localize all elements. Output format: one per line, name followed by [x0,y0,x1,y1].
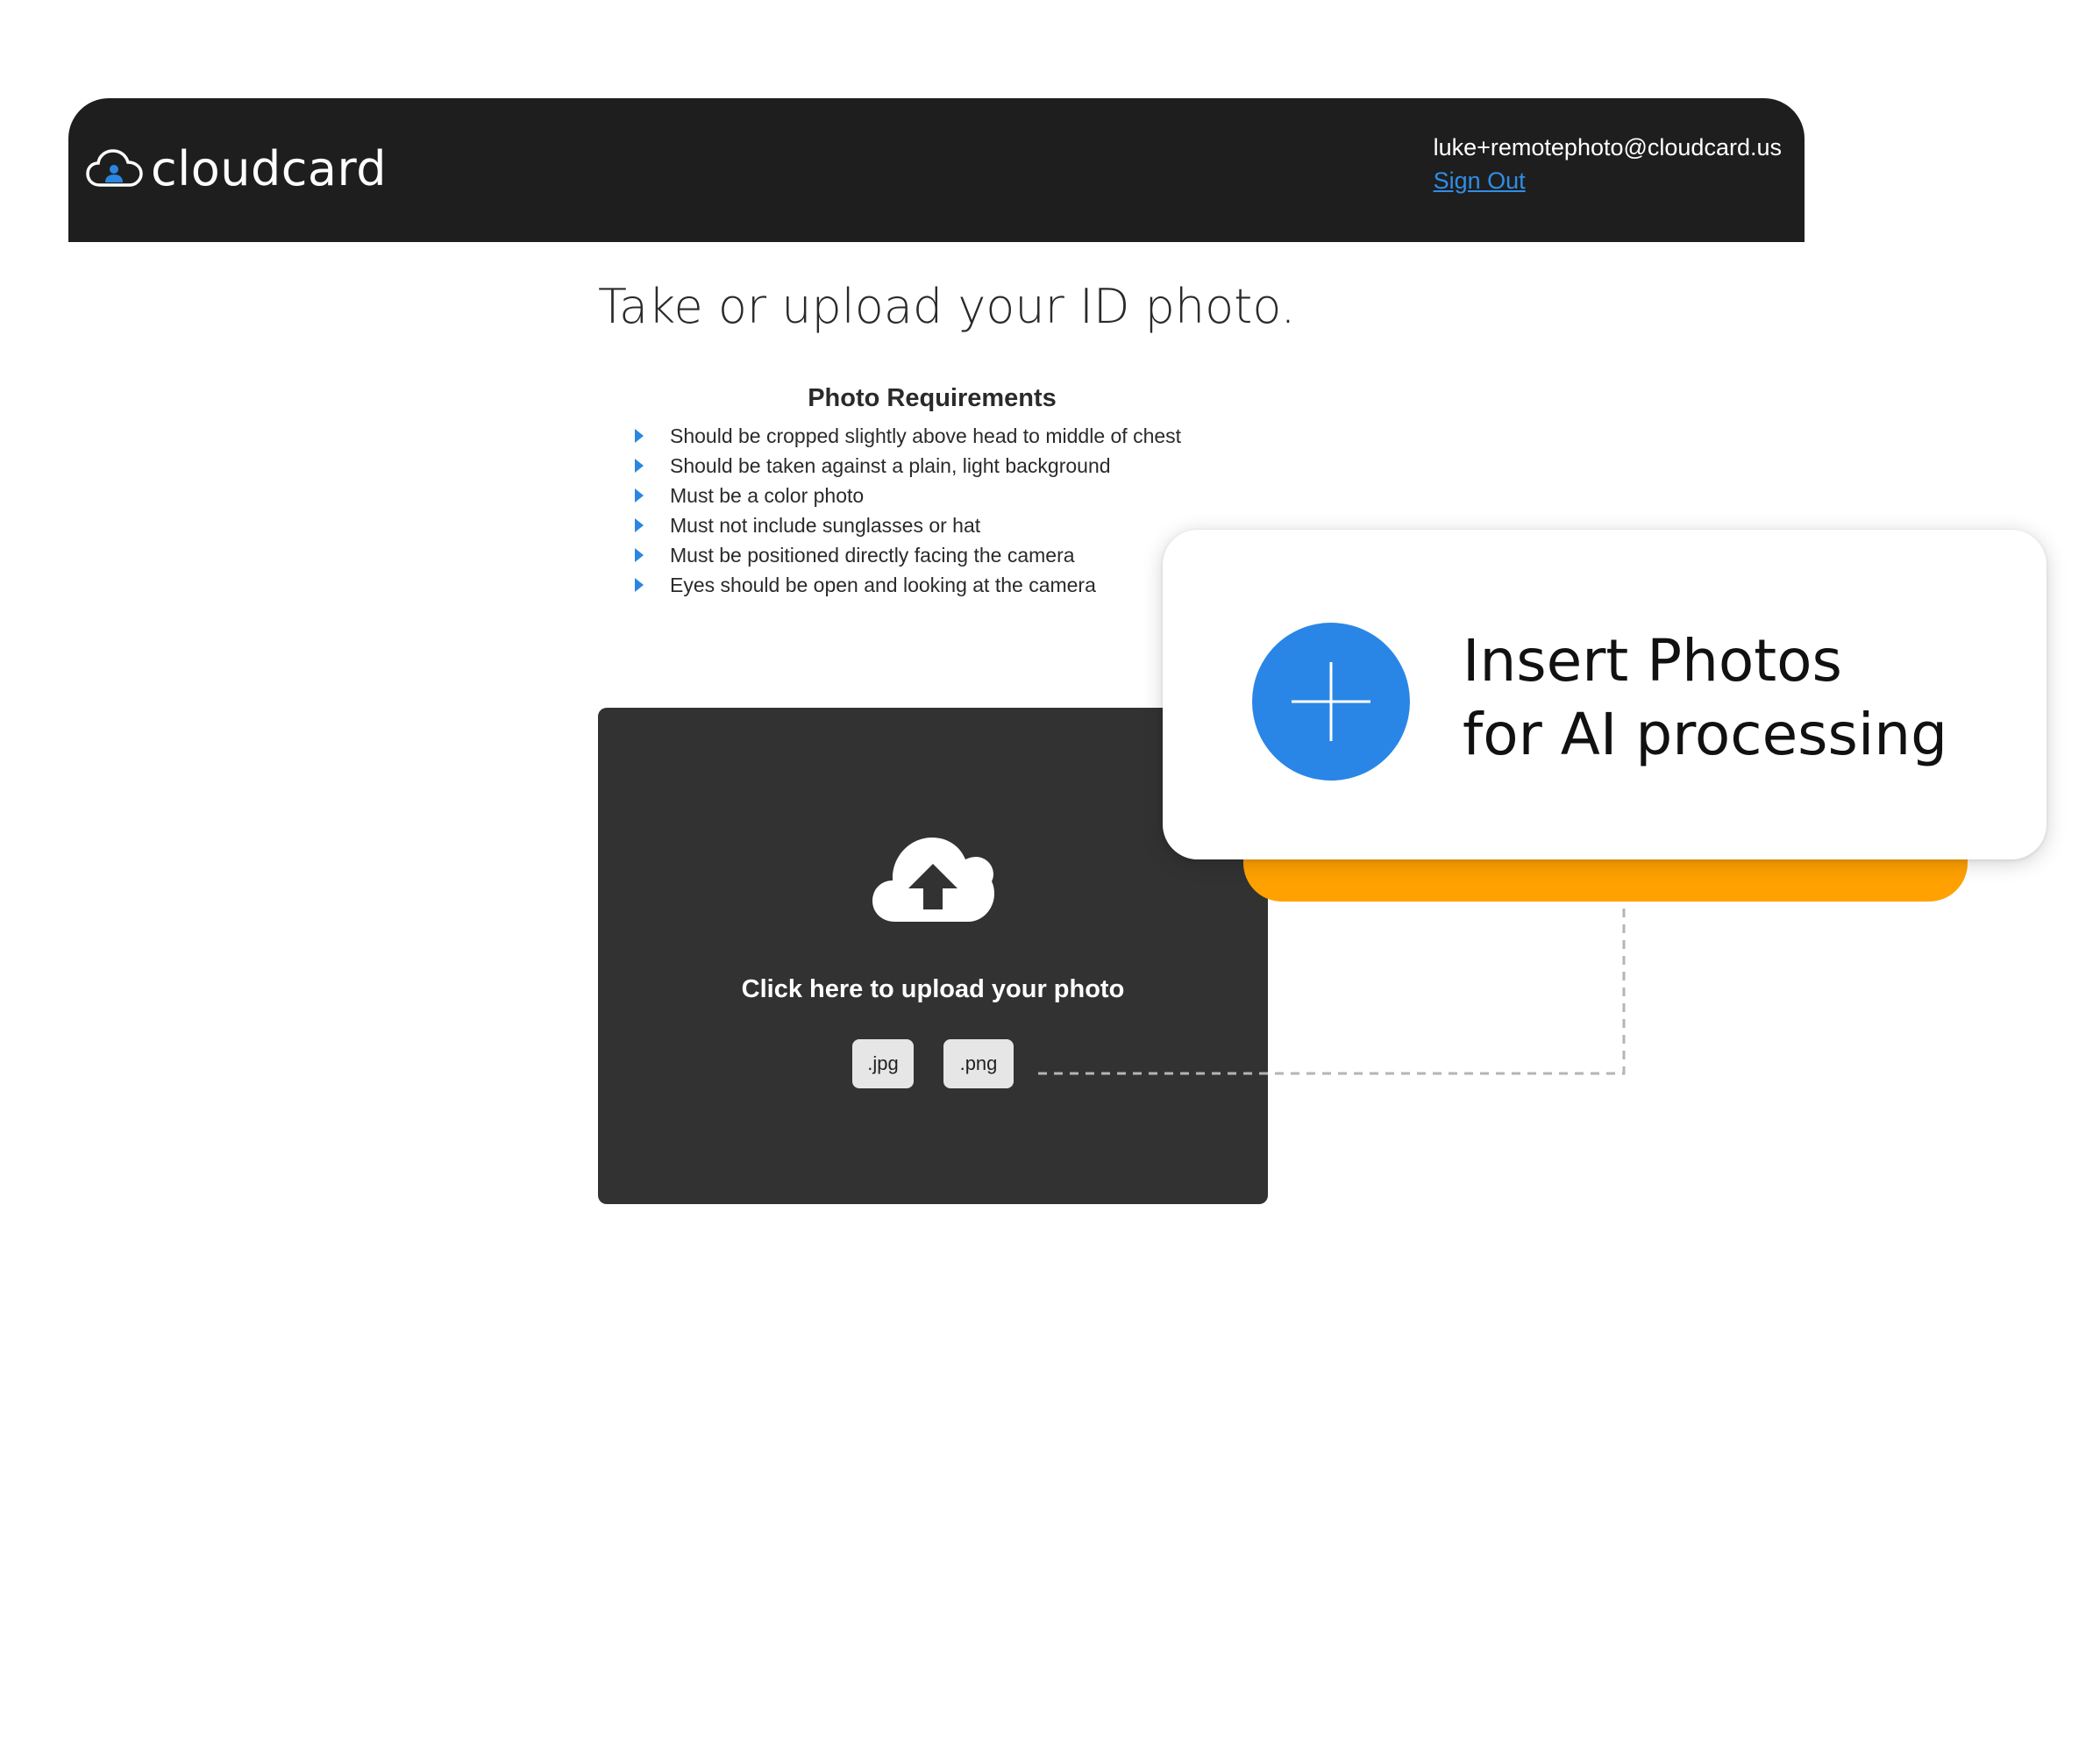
insert-title-line-2: for AI processing [1463,701,1948,768]
requirement-text: Should be taken against a plain, light b… [670,453,1111,477]
cloudcard-logo[interactable]: cloudcard [86,137,387,200]
user-email: luke+remotephoto@cloudcard.us [1433,134,1782,160]
requirement-item: Should be taken against a plain, light b… [631,451,1181,481]
insert-photos-title: Insert Photos for AI processing [1463,624,1947,772]
requirement-text: Must not include sunglasses or hat [670,513,981,537]
cloud-person-icon [86,149,143,187]
requirement-item: Must be a color photo [631,481,1181,510]
requirement-text: Must be positioned directly facing the c… [670,543,1075,567]
upload-instruction: Click here to upload your photo [741,975,1125,1003]
requirements-heading: Photo Requirements [808,384,1057,412]
requirement-item: Should be cropped slightly above head to… [631,421,1181,451]
requirement-item: Must be positioned directly facing the c… [631,540,1181,570]
page-title: Take or upload your ID photo. [598,279,1296,334]
triangle-bullet-icon [635,578,644,592]
insert-photos-card: Insert Photos for AI processing [1163,530,2047,859]
insert-photos-button[interactable] [1252,623,1410,781]
requirement-text: Must be a color photo [670,483,865,507]
triangle-bullet-icon [635,518,644,532]
requirement-text: Should be cropped slightly above head to… [670,424,1182,447]
requirement-text: Eyes should be open and looking at the c… [670,573,1096,596]
logo-text: cloudcard [151,140,388,196]
requirement-item: Must not include sunglasses or hat [631,510,1181,540]
cloud-upload-icon [872,838,994,922]
triangle-bullet-icon [635,488,644,503]
format-badge-png: .png [943,1039,1014,1088]
triangle-bullet-icon [635,459,644,473]
format-badge-jpg: .jpg [852,1039,914,1088]
insert-title-line-1: Insert Photos [1463,627,1842,695]
requirement-item: Eyes should be open and looking at the c… [631,570,1181,600]
sign-out-link[interactable]: Sign Out [1434,163,1782,198]
plus-icon [1292,662,1370,741]
requirements-list: Should be cropped slightly above head to… [631,421,1181,600]
user-info: luke+remotephoto@cloudcard.us Sign Out [1434,132,1782,198]
top-header: cloudcard luke+remotephoto@cloudcard.us … [68,98,1805,242]
triangle-bullet-icon [635,429,644,443]
triangle-bullet-icon [635,548,644,562]
